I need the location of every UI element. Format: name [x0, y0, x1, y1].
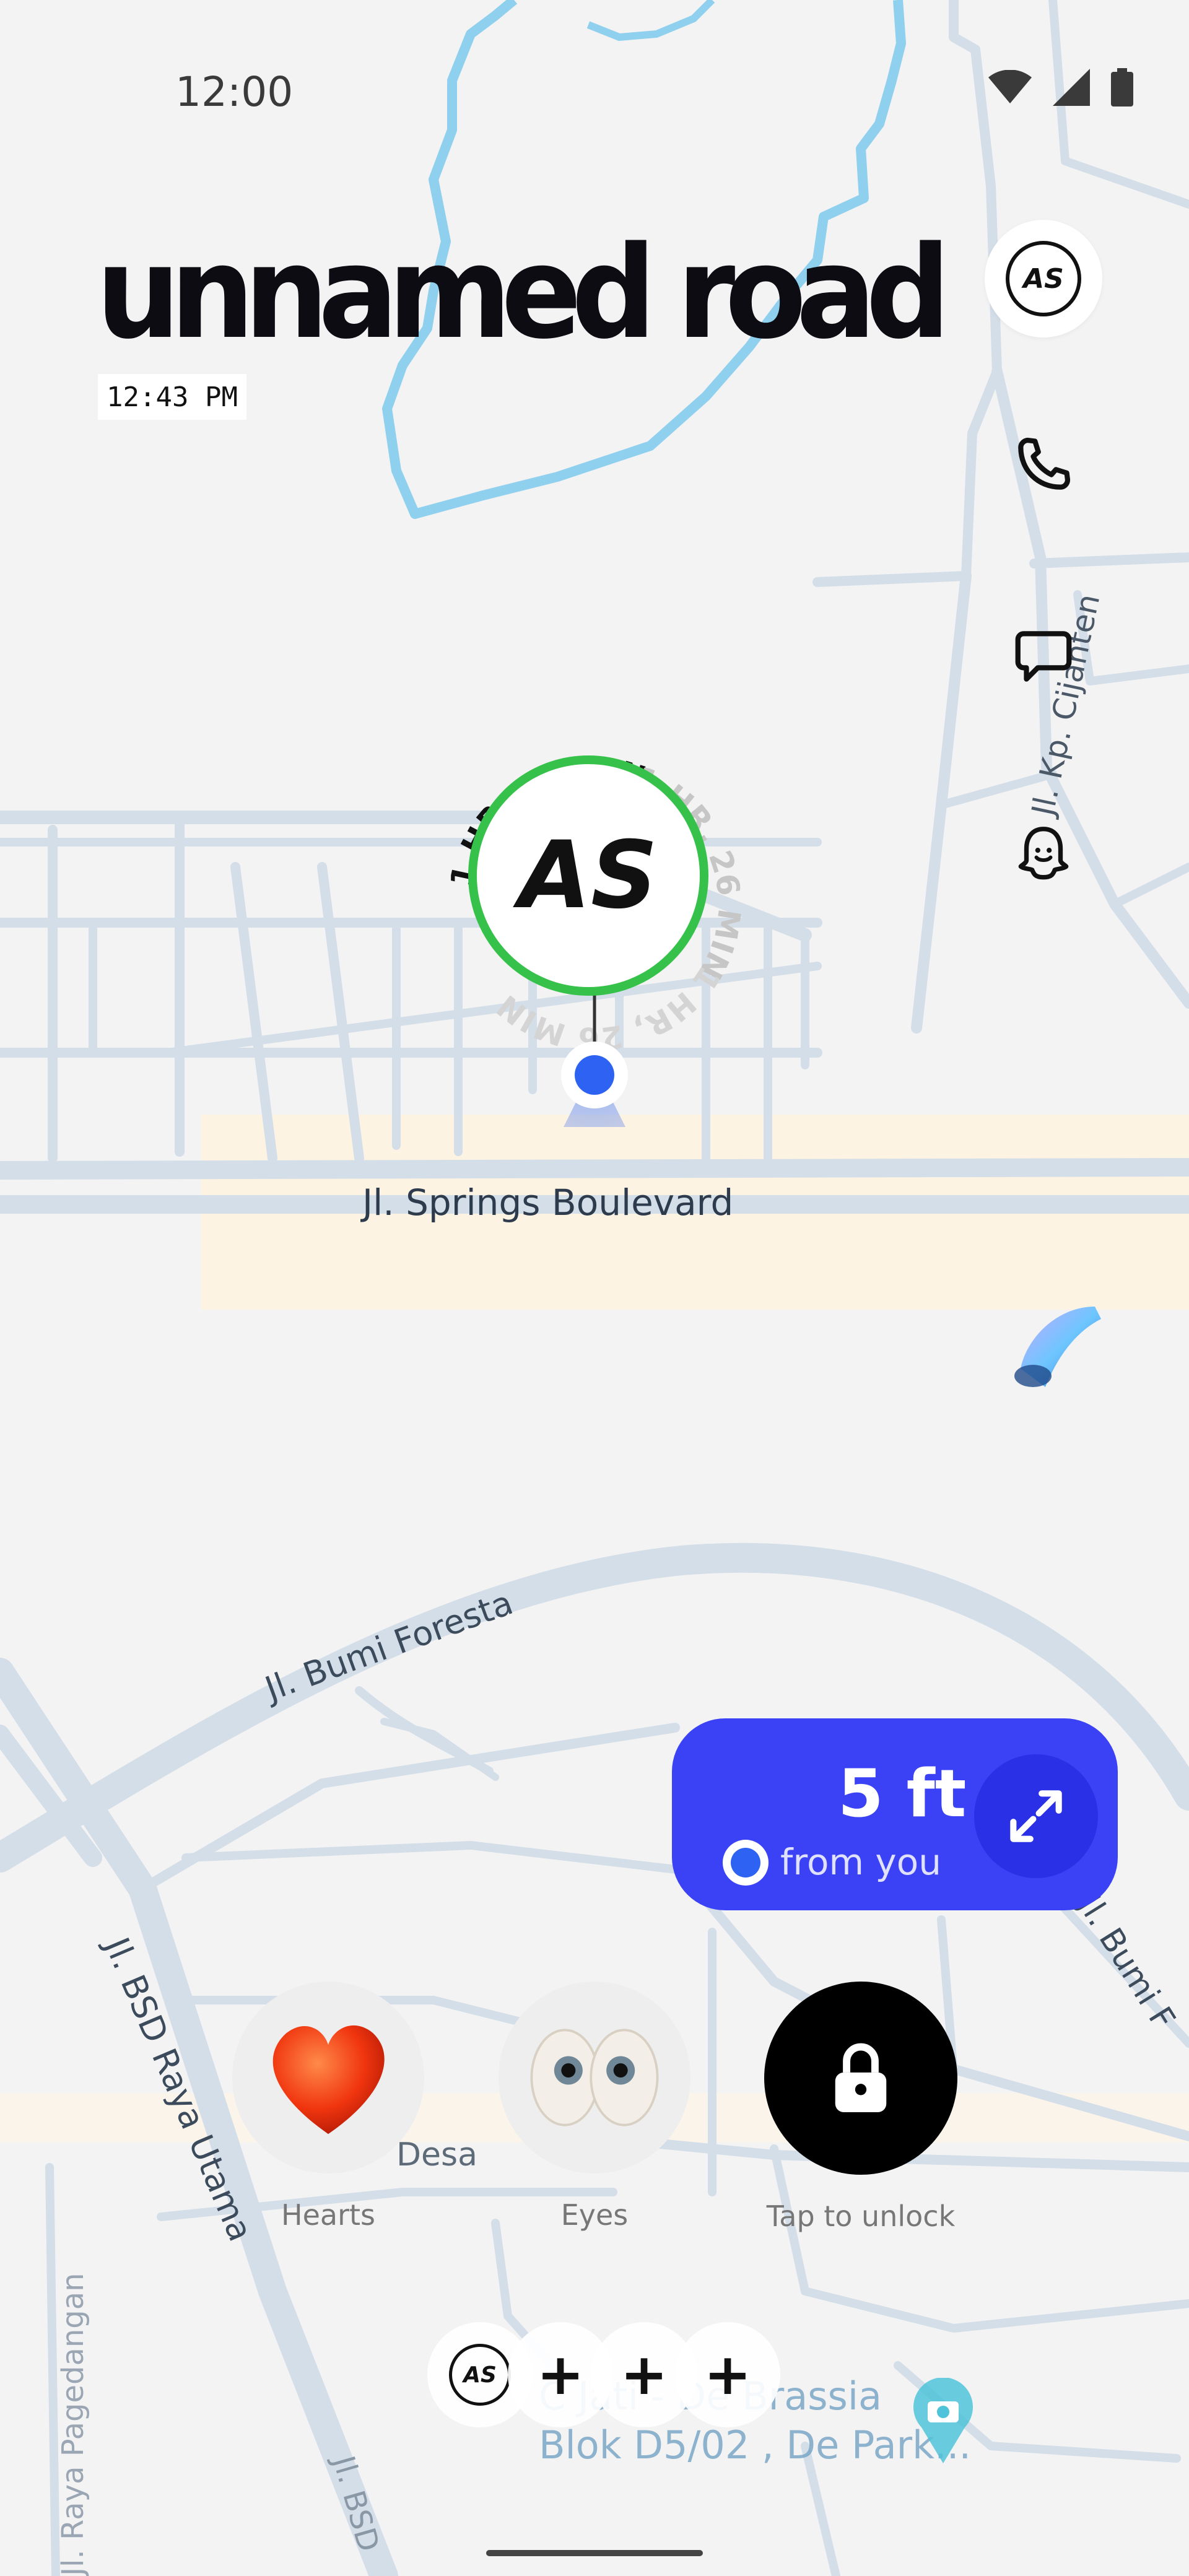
- avatar-initials: AS: [1006, 241, 1081, 316]
- status-time: 12:00: [175, 68, 294, 116]
- lock-icon: [835, 2043, 887, 2112]
- reaction-eyes-label: Eyes: [560, 2198, 629, 2232]
- reaction-hearts-circle: [232, 1982, 424, 2174]
- reaction-hearts[interactable]: Hearts: [229, 1982, 427, 2232]
- chat-button[interactable]: [985, 598, 1102, 715]
- battery-icon: [1111, 68, 1133, 107]
- ghost-button[interactable]: [985, 796, 1102, 913]
- call-button[interactable]: [985, 406, 1102, 523]
- chip-add-3[interactable]: +: [675, 2322, 780, 2427]
- distance-location-dot: [723, 1840, 769, 1886]
- distance-value: 5 ft: [838, 1756, 967, 1832]
- expand-button[interactable]: [974, 1754, 1098, 1878]
- distance-sublabel: from you: [780, 1841, 941, 1883]
- ghost-icon: [1018, 827, 1069, 880]
- plus-icon: +: [536, 2341, 585, 2408]
- location-dot: [561, 1042, 628, 1108]
- status-icons: [988, 68, 1133, 107]
- road-time: 12:43 PM: [98, 374, 246, 420]
- map-label-raya-pagedangan: Jl. Raya Pagedangan: [56, 2273, 90, 2576]
- place-label-line2: Blok D5/02 , De Park...: [539, 2422, 972, 2468]
- eyes-icon: [530, 2029, 659, 2126]
- heart-icon: [272, 2025, 385, 2134]
- friend-avatar[interactable]: AS: [468, 755, 708, 996]
- unlock-button[interactable]: Tap to unlock: [762, 1982, 960, 2233]
- friend-avatar-button[interactable]: AS: [985, 220, 1102, 337]
- wifi-icon: [988, 70, 1032, 103]
- home-indicator[interactable]: [486, 2550, 703, 2556]
- reaction-eyes-circle: [499, 1982, 690, 2174]
- map-label-springs-boulevard: Jl. Springs Boulevard: [362, 1181, 734, 1224]
- reaction-bar: Hearts Eyes Tap to unlock: [0, 1982, 1189, 2254]
- chip-avatar-initials: AS: [449, 2344, 511, 2406]
- unlock-label: Tap to unlock: [766, 2200, 956, 2233]
- status-bar: 12:00: [0, 0, 1189, 186]
- phone-icon: [1018, 437, 1071, 490]
- expand-icon: [1010, 1790, 1062, 1842]
- signal-icon: [1053, 69, 1090, 106]
- distance-card[interactable]: 5 ft from you: [672, 1718, 1118, 1910]
- plus-icon: +: [620, 2341, 668, 2408]
- friend-marker[interactable]: 1 HR, 26 MIN 1 HR, 26 MIN 1 HR, 26 MIN A…: [347, 681, 842, 1127]
- chat-icon: [1015, 631, 1072, 682]
- reaction-eyes[interactable]: Eyes: [495, 1982, 694, 2232]
- bottom-chips: AS + + +: [427, 2322, 780, 2427]
- camera-pin-icon[interactable]: [909, 2378, 977, 2465]
- reaction-hearts-label: Hearts: [281, 2198, 375, 2232]
- avatar: AS: [985, 220, 1102, 337]
- plus-icon: +: [703, 2341, 752, 2408]
- friend-initials: AS: [518, 822, 658, 929]
- unlock-circle: [764, 1982, 957, 2175]
- bell-icon[interactable]: [1008, 1294, 1107, 1393]
- road-title: unnamed road: [96, 219, 951, 367]
